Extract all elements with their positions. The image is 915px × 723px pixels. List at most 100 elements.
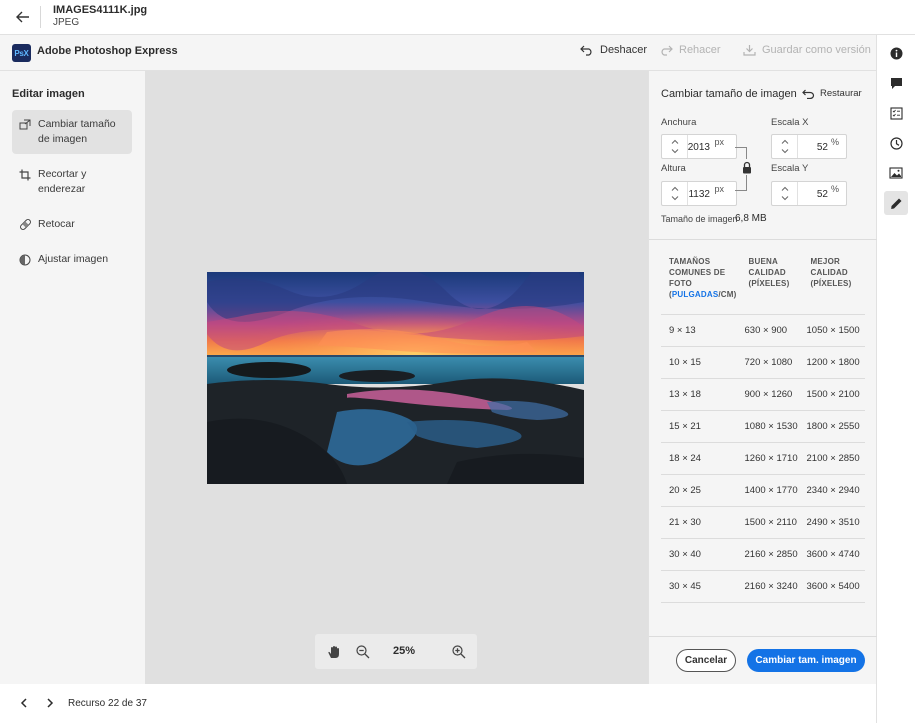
size-cell: 30 × 40 [661, 538, 741, 571]
scale-y-stepper[interactable] [772, 182, 798, 205]
zoom-toolbar: 25% [315, 634, 477, 669]
width-field[interactable]: 2013 px [661, 134, 737, 159]
menu-item-label: Cambiar tamaño de imagen [38, 118, 116, 145]
good-quality-cell: 630 × 900 [740, 314, 803, 347]
column-header-sizes: TAMAÑOS COMUNES DE FOTO (PULGADAS/CM) [661, 256, 741, 315]
history-button[interactable] [884, 131, 908, 155]
restore-button[interactable]: Restaurar [802, 88, 862, 99]
size-cell: 13 × 18 [661, 378, 741, 411]
column-header-good-quality: BUENA CALIDAD (PÍXELES) [740, 256, 803, 315]
menu-item-retouch[interactable]: Retocar [12, 210, 132, 239]
units-inches-link[interactable]: PULGADAS [672, 290, 719, 299]
seascape-photo [207, 272, 584, 484]
cancel-button[interactable]: Cancelar [676, 649, 736, 672]
menu-item-crop[interactable]: Recortar y enderezar [12, 160, 132, 204]
column-header-line: BUENA [748, 257, 778, 266]
redo-label: Rehacer [679, 44, 721, 56]
table-row[interactable]: 30 × 40 2160 × 2850 3600 × 4740 [661, 538, 865, 571]
scale-x-unit: % [830, 137, 839, 147]
save-version-icon [743, 45, 756, 56]
image-canvas[interactable]: 25% [145, 71, 648, 684]
psx-logo: PsX [12, 44, 31, 62]
height-label: Altura [661, 163, 686, 174]
lock-icon [743, 161, 751, 173]
chevron-up-icon [781, 186, 789, 191]
good-quality-cell: 720 × 1080 [740, 346, 803, 379]
image-icon [889, 167, 903, 179]
chevron-down-icon [671, 196, 679, 201]
right-icon-rail [876, 35, 915, 723]
scale-x-stepper[interactable] [772, 135, 798, 158]
crop-icon [18, 167, 32, 182]
bandage-icon [18, 217, 32, 232]
best-quality-cell: 1200 × 1800 [802, 346, 865, 379]
table-row[interactable]: 18 × 24 1260 × 1710 2100 × 2850 [661, 442, 865, 475]
best-quality-cell: 2490 × 3510 [802, 506, 865, 539]
table-row[interactable]: 10 × 15 720 × 1080 1200 × 1800 [661, 346, 865, 379]
best-quality-cell: 2340 × 2940 [802, 474, 865, 507]
size-cell: 20 × 25 [661, 474, 741, 507]
menu-item-resize[interactable]: Cambiar tamaño de imagen [12, 110, 132, 154]
pan-button[interactable] [325, 643, 343, 661]
good-quality-cell: 2160 × 2850 [740, 538, 803, 571]
height-field[interactable]: 1132 px [661, 181, 737, 206]
info-button[interactable] [884, 41, 908, 65]
menu-item-adjust[interactable]: Ajustar imagen [12, 245, 132, 274]
scale-x-field[interactable]: 52 % [771, 134, 847, 159]
table-row[interactable]: 9 × 13 630 × 900 1050 × 1500 [661, 314, 865, 347]
scale-y-field[interactable]: 52 % [771, 181, 847, 206]
save-version-button[interactable]: Guardar como versión [743, 44, 871, 56]
table-row[interactable]: 15 × 21 1080 × 1530 1800 × 2550 [661, 410, 865, 443]
undo-button[interactable]: Deshacer [580, 44, 647, 56]
units-cm: /CM) [718, 290, 737, 299]
comments-button[interactable] [884, 71, 908, 95]
pencil-icon [890, 198, 901, 209]
back-button[interactable] [12, 6, 34, 28]
next-resource-button[interactable] [43, 696, 57, 710]
good-quality-cell: 1080 × 1530 [740, 410, 803, 443]
apply-resize-button[interactable]: Cambiar tam. imagen [747, 649, 865, 672]
width-unit: px [714, 137, 724, 147]
chevron-up-icon [781, 139, 789, 144]
redo-button[interactable]: Rehacer [659, 44, 721, 56]
zoom-out-button[interactable] [354, 643, 372, 661]
edit-button[interactable] [884, 191, 908, 215]
best-quality-cell: 1050 × 1500 [802, 314, 865, 347]
chevron-down-icon [781, 149, 789, 154]
resize-image-panel: Cambiar tamaño de imagen Restaurar Anchu… [648, 71, 877, 684]
height-stepper[interactable] [662, 182, 688, 205]
column-header-line: (PÍXELES) [748, 279, 790, 288]
images-button[interactable] [884, 161, 908, 185]
chevron-down-icon [671, 149, 679, 154]
table-row[interactable]: 21 × 30 1500 × 2110 2490 × 3510 [661, 506, 865, 539]
file-type: JPEG [53, 17, 80, 28]
checklist-button[interactable] [884, 101, 908, 125]
app-toolbar: PsX Adobe Photoshop Express Deshacer Reh… [0, 35, 876, 71]
good-quality-cell: 1500 × 2110 [740, 506, 803, 539]
hand-icon [328, 646, 339, 658]
good-quality-cell: 1260 × 1710 [740, 442, 803, 475]
good-quality-cell: 900 × 1260 [740, 378, 803, 411]
column-header-line: FOTO [669, 279, 692, 288]
common-photo-sizes-table: TAMAÑOS COMUNES DE FOTO (PULGADAS/CM) BU… [661, 256, 865, 603]
good-quality-cell: 1400 × 1770 [740, 474, 803, 507]
table-row[interactable]: 20 × 25 1400 × 1770 2340 × 2940 [661, 474, 865, 507]
previous-resource-button[interactable] [17, 696, 31, 710]
divider [649, 239, 877, 240]
chevron-up-icon [671, 139, 679, 144]
table-row[interactable]: 13 × 18 900 × 1260 1500 × 2100 [661, 378, 865, 411]
undo-label: Deshacer [600, 44, 648, 56]
comment-icon [890, 77, 902, 89]
scale-y-value: 52 [816, 189, 828, 200]
menu-item-label: Recortar y enderezar [38, 168, 87, 195]
app-name: Adobe Photoshop Express [37, 45, 178, 57]
height-unit: px [714, 184, 724, 194]
table-row[interactable]: 30 × 45 2160 × 3240 3600 × 5400 [661, 570, 865, 603]
zoom-in-button[interactable] [450, 643, 468, 661]
aspect-lock-button[interactable] [740, 159, 754, 175]
width-stepper[interactable] [662, 135, 688, 158]
best-quality-cell: 2100 × 2850 [802, 442, 865, 475]
zoom-in-icon [452, 645, 466, 659]
panel-title: Editar imagen [12, 88, 85, 100]
scale-x-value: 52 [816, 142, 828, 153]
